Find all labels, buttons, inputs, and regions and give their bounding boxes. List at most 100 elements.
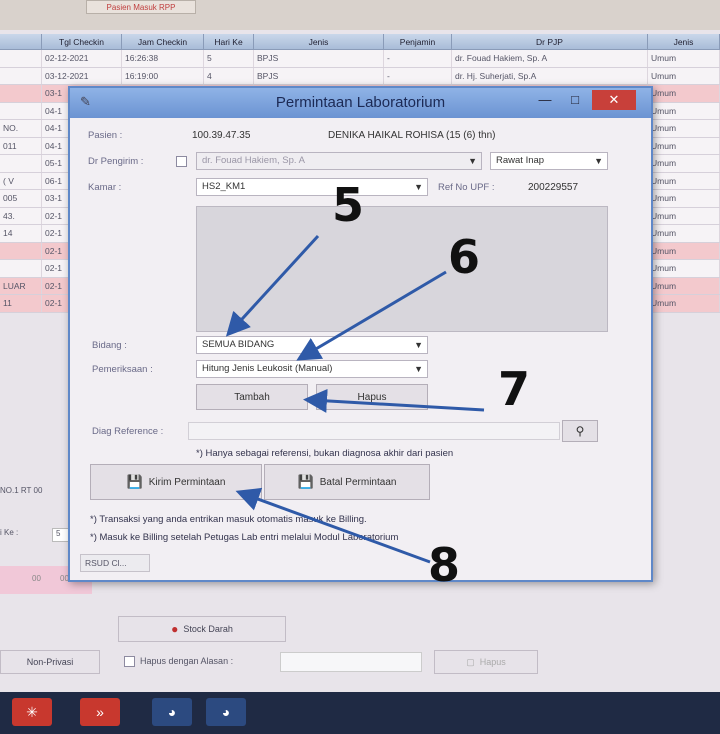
app-red-icon[interactable]: ✳	[12, 698, 52, 726]
app-blue-icon-2[interactable]: ◕	[206, 698, 246, 726]
row-jenis2: Umum	[648, 67, 720, 84]
search-button[interactable]: ⚲	[562, 420, 598, 442]
rawat-value: Rawat Inap	[496, 155, 545, 166]
row-jenis2: Umum	[648, 102, 720, 119]
hapus-button-bg[interactable]: ▢ Hapus	[434, 650, 538, 674]
row-hari: 5	[204, 50, 254, 67]
col-header-no	[0, 34, 42, 49]
time-hour[interactable]: 00	[32, 574, 41, 583]
col-header-jam-checkin[interactable]: Jam Checkin	[122, 34, 204, 49]
table-row[interactable]: 02-12-2021 16:26:38 5 BPJS - dr. Fouad Hakiem…	[0, 50, 720, 68]
row-dr: dr. Fouad Hakiem, Sp. A	[452, 50, 648, 67]
pasien-masuk-button[interactable]: Pasien Masuk RPP	[86, 0, 196, 14]
dr-pengirim-checkbox[interactable]	[176, 156, 187, 167]
col-header-hari-ke[interactable]: Hari Ke	[204, 34, 254, 49]
bidang-value: SEMUA BIDANG	[202, 339, 275, 350]
stock-darah-button[interactable]: ● Stock Darah	[118, 616, 286, 642]
dr-pengirim-value: dr. Fouad Hakiem, Sp. A	[202, 155, 305, 166]
row-no: NO.	[0, 120, 42, 137]
row-jenis2: Umum	[648, 190, 720, 207]
row-jam: 16:19:00	[122, 67, 204, 84]
app-arrows-icon[interactable]: »	[80, 698, 120, 726]
top-toolbar: Pasien Masuk RPP	[0, 0, 720, 30]
pasien-id: 100.39.47.35	[192, 130, 251, 141]
chevron-down-icon: ▼	[414, 340, 423, 350]
app-blue-icon-1[interactable]: ◕	[152, 698, 192, 726]
bidang-select[interactable]: SEMUA BIDANG ▼	[196, 336, 428, 354]
kamar-select[interactable]: HS2_KM1 ▼	[196, 178, 428, 196]
pasien-label: Pasien :	[88, 130, 123, 141]
pemeriksaan-label: Pemeriksaan :	[92, 364, 153, 375]
dr-pengirim-select[interactable]: dr. Fouad Hakiem, Sp. A ▼	[196, 152, 482, 170]
blood-drop-icon: ●	[171, 622, 179, 636]
chevron-down-icon: ▼	[594, 156, 603, 166]
row-no: ( V	[0, 172, 42, 189]
batal-permintaan-button[interactable]: 💾 Batal Permintaan	[264, 464, 430, 500]
row-jenis2: Umum	[648, 260, 720, 277]
close-icon[interactable]: ✕	[592, 90, 636, 110]
chevron-down-icon: ▼	[468, 156, 477, 166]
col-header-jenis-2[interactable]: Jenis	[648, 34, 720, 49]
col-header-dr-pjp[interactable]: Dr PJP	[452, 34, 648, 49]
row-jenis2: Umum	[648, 50, 720, 67]
chevron-down-icon: ▼	[414, 182, 423, 192]
col-header-penjamin[interactable]: Penjamin	[384, 34, 452, 49]
col-header-tgl-checkin[interactable]: Tgl Checkin	[42, 34, 122, 49]
annotation-number-5: 5	[332, 178, 365, 232]
save-icon: 💾	[126, 474, 143, 489]
row-penjamin: -	[384, 67, 452, 84]
lab-request-dialog: ✎ Permintaan Laboratorium — □ ✕ Pasien :…	[68, 86, 653, 582]
grid-header: Tgl Checkin Jam Checkin Hari Ke Jenis Pe…	[0, 34, 720, 50]
kirim-label: Kirim Permintaan	[148, 476, 226, 488]
row-no: 005	[0, 190, 42, 207]
row-no: 011	[0, 137, 42, 154]
trash-icon: ▢	[466, 656, 475, 667]
rawat-select[interactable]: Rawat Inap ▼	[490, 152, 608, 170]
chevron-down-icon: ▼	[414, 364, 423, 374]
kirim-permintaan-button[interactable]: 💾 Kirim Permintaan	[90, 464, 262, 500]
billing-note-1: *) Transaksi yang anda entrikan masuk ot…	[90, 514, 367, 525]
pemeriksaan-select[interactable]: Hitung Jenis Leukosit (Manual) ▼	[196, 360, 428, 378]
row-jenis2: Umum	[648, 120, 720, 137]
pemeriksaan-list[interactable]	[196, 206, 608, 332]
col-header-jenis[interactable]: Jenis	[254, 34, 384, 49]
row-jenis2: Umum	[648, 137, 720, 154]
diag-reference-input[interactable]	[188, 422, 560, 440]
row-hari: 4	[204, 67, 254, 84]
hapus-alasan-input[interactable]	[280, 652, 422, 672]
row-jenis2: Umum	[648, 277, 720, 294]
billing-note-2: *) Masuk ke Billing setelah Petugas Lab …	[90, 532, 399, 543]
dr-pengirim-label: Dr Pengirim :	[88, 156, 144, 167]
row-no: LUAR	[0, 277, 42, 294]
non-privasi-button[interactable]: Non-Privasi	[0, 650, 100, 674]
alamat-label: NO.1 RT 00	[0, 486, 43, 495]
tambah-button[interactable]: Tambah	[196, 384, 308, 410]
row-jenis2: Umum	[648, 85, 720, 102]
row-no: 14	[0, 225, 42, 242]
ref-no-label: Ref No UPF :	[438, 182, 495, 193]
maximize-icon[interactable]: □	[562, 90, 588, 110]
row-no	[0, 260, 42, 277]
row-no	[0, 67, 42, 84]
minimize-icon[interactable]: —	[532, 90, 558, 110]
row-no	[0, 85, 42, 102]
row-no: 11	[0, 295, 42, 312]
table-row[interactable]: 03-12-2021 16:19:00 4 BPJS - dr. Hj. Suherjat…	[0, 67, 720, 85]
pemeriksaan-value: Hitung Jenis Leukosit (Manual)	[202, 363, 333, 374]
hapus-alasan-checkbox[interactable]	[124, 656, 135, 667]
row-jam: 16:26:38	[122, 50, 204, 67]
row-penjamin: -	[384, 50, 452, 67]
diag-reference-label: Diag Reference :	[92, 426, 164, 437]
row-jenis: BPJS	[254, 67, 384, 84]
batal-label: Batal Permintaan	[319, 476, 397, 488]
row-dr: dr. Hj. Suherjati, Sp.A	[452, 67, 648, 84]
dialog-titlebar[interactable]: ✎ Permintaan Laboratorium — □ ✕	[70, 88, 651, 118]
pasien-name: DENIKA HAIKAL ROHISA (15 (6) thn)	[328, 130, 496, 141]
cancel-save-icon: 💾	[297, 474, 314, 489]
search-icon: ⚲	[575, 424, 585, 438]
hapus-button[interactable]: Hapus	[316, 384, 428, 410]
annotation-number-7: 7	[498, 362, 531, 416]
row-no	[0, 155, 42, 172]
bidang-label: Bidang :	[92, 340, 127, 351]
stock-darah-label: Stock Darah	[183, 624, 233, 634]
